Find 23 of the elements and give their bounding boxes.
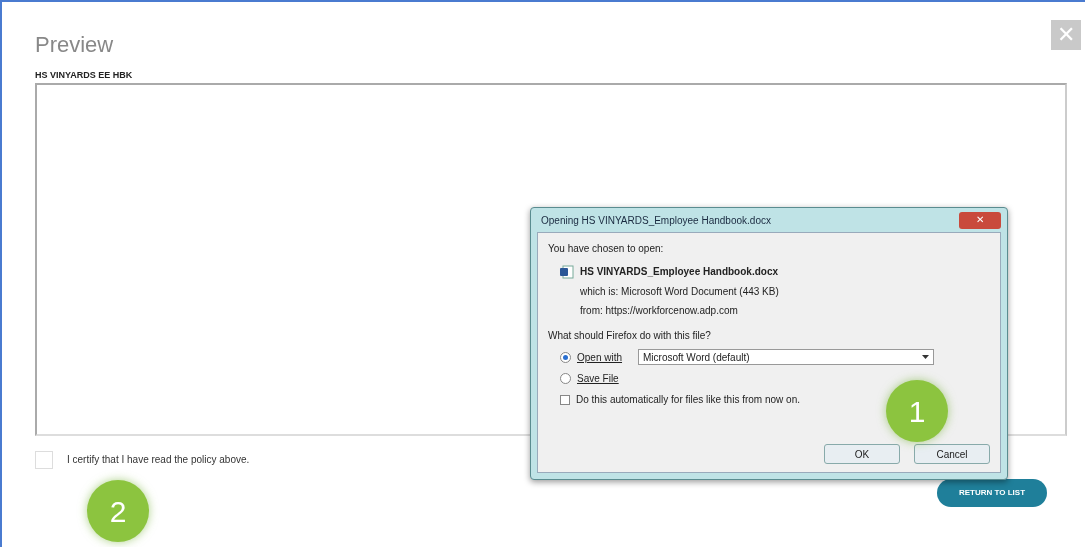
option-label: Save File xyxy=(577,372,619,386)
intro-text: You have chosen to open: xyxy=(548,242,665,256)
close-button[interactable]: ✕ xyxy=(959,211,1001,229)
option-label: Open with xyxy=(577,350,623,365)
file-source: from: https://workforcenow.adp.com xyxy=(580,304,739,318)
file-name: HS VINYARDS_Employee Handbook.docx xyxy=(580,265,778,279)
dialog-title: Opening HS VINYARDS_Employee Handbook.docx xyxy=(540,213,771,228)
app-dropdown[interactable]: Microsoft Word (default) xyxy=(638,349,935,365)
question-text: What should Firefox do with this file? xyxy=(548,329,712,343)
checkbox-label: Do this automatically for files like this from now on. xyxy=(576,393,800,407)
file-type: which is: Microsoft Word Document (443 KB) xyxy=(580,285,780,299)
modal-title: Preview xyxy=(35,31,114,59)
caret-icon xyxy=(922,355,930,359)
dialog-button[interactable]: OK xyxy=(824,444,900,464)
certify-label: I certify that I have read the policy above. xyxy=(67,453,250,467)
checkbox[interactable] xyxy=(560,394,570,405)
radio-button[interactable] xyxy=(560,373,571,384)
dialog-button[interactable]: Cancel xyxy=(914,444,990,464)
step-badge: 2 xyxy=(87,480,149,542)
radio-button[interactable] xyxy=(560,351,571,363)
return-to-list-button[interactable]: RETURN TO LIST xyxy=(937,478,1047,507)
document-title: HS VINYARDS EE HBK xyxy=(35,69,134,82)
document-icon xyxy=(560,264,574,279)
